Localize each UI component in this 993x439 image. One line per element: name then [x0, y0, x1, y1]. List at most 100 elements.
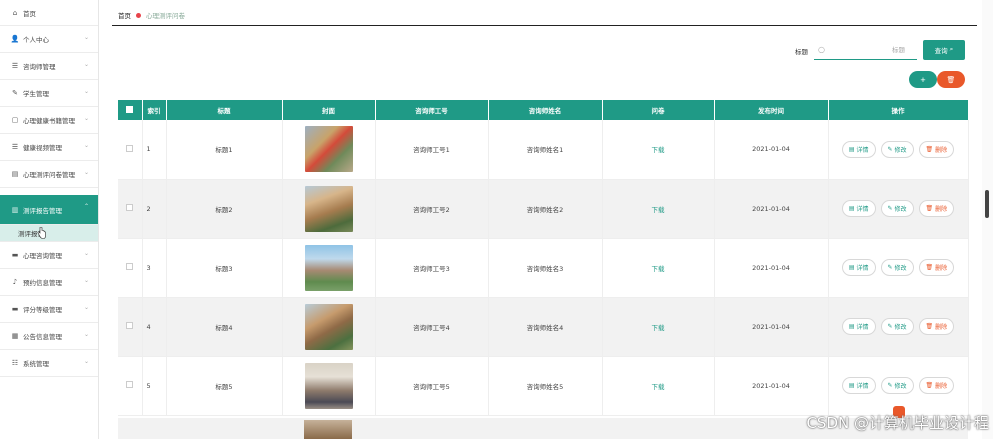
sidebar-item[interactable]: ☷ 系统管理 ⌄: [0, 350, 98, 377]
search-icon: ⌕: [949, 46, 954, 53]
edit-button[interactable]: ✎ 修改: [880, 200, 914, 217]
sidebar-item[interactable]: ☰ 咨询师管理 ⌄: [0, 53, 98, 80]
sidebar-item-label: 个人中心: [23, 36, 49, 44]
cell-file: 下载: [602, 356, 715, 416]
cell-index: 4: [142, 297, 167, 357]
add-button[interactable]: +: [909, 71, 937, 88]
select-all-checkbox[interactable]: [118, 100, 143, 120]
delete-button[interactable]: 🗑 删除: [918, 259, 955, 276]
delete-button[interactable]: 🗑 删除: [918, 318, 955, 335]
column-header: 问卷: [602, 100, 715, 120]
survey-icon: ▤: [11, 170, 19, 178]
breadcrumb-home[interactable]: 首页: [118, 10, 131, 20]
detail-button[interactable]: ▤ 详情: [841, 200, 876, 217]
delete-button[interactable]: 🗑 删除: [918, 140, 955, 158]
sidebar-item[interactable]: ▤ 心理测评问卷管理 ⌄: [0, 161, 98, 188]
sidebar-item-label: 健康视频管理: [23, 144, 62, 152]
row-checkbox[interactable]: [118, 356, 143, 416]
sidebar-item[interactable]: ✎ 学生管理 ⌄: [0, 80, 98, 107]
detail-label: 详情: [856, 146, 869, 154]
batch-delete-button[interactable]: 🗑: [937, 71, 965, 88]
edit-icon: ✎: [887, 264, 893, 271]
cell-index: 2: [142, 179, 167, 239]
column-header: 标题: [166, 100, 283, 120]
table-row: 3 标题3 咨询师工号3 咨询师姓名3 下载 2021-01-04 ▤ 详情 ✎ 修改 🗑 删除: [118, 238, 969, 298]
cell-date: 2021-01-04: [714, 297, 829, 357]
table-row: 4 标题4 咨询师工号4 咨询师姓名4 下载 2021-01-04 ▤ 详情 ✎ 修改 🗑 删除: [118, 297, 969, 357]
edit-icon: ✎: [887, 323, 893, 330]
scrollbar-track[interactable]: [982, 0, 993, 439]
search-input[interactable]: [824, 45, 905, 54]
detail-button[interactable]: ▤ 详情: [841, 318, 876, 335]
trash-icon: 🗑: [925, 205, 934, 212]
row-checkbox[interactable]: [118, 238, 143, 298]
sidebar-item-label: 系统管理: [23, 360, 49, 368]
cell-teacher-no: 咨询师工号4: [375, 297, 489, 357]
download-link[interactable]: 下载: [652, 324, 665, 332]
row-checkbox[interactable]: [118, 179, 143, 239]
download-link[interactable]: 下载: [652, 206, 665, 214]
chevron-down-icon: ⌄: [83, 34, 89, 41]
trash-icon: 🗑: [925, 145, 934, 153]
cell-teacher-name: 咨询师姓名5: [488, 356, 603, 416]
download-link[interactable]: 下载: [652, 265, 665, 273]
sidebar-item[interactable]: ▢ 心理健康书籍管理 ⌄: [0, 107, 98, 134]
sidebar-item-home[interactable]: ⌂ 首页: [0, 0, 98, 26]
cover-image: [304, 303, 353, 350]
edit-button[interactable]: ✎ 修改: [880, 318, 914, 335]
sidebar-item[interactable]: ▦ 公告信息管理 ⌄: [0, 323, 98, 350]
row-checkbox[interactable]: [118, 120, 143, 180]
download-link[interactable]: 下载: [652, 146, 665, 154]
search-button[interactable]: 查询 ⌕: [923, 40, 965, 60]
scrollbar-thumb[interactable]: [985, 190, 989, 218]
delete-label: 删除: [935, 383, 948, 390]
cell-index: 5: [142, 356, 167, 416]
edit-button[interactable]: ✎ 修改: [880, 140, 914, 158]
delete-label: 删除: [935, 146, 948, 154]
sidebar-item-label: 心理健康书籍管理: [23, 117, 75, 125]
cell-file: 下载: [602, 179, 715, 239]
edit-button[interactable]: ✎ 修改: [880, 259, 914, 276]
sidebar-item[interactable]: ♪ 预约信息管理 ⌄: [0, 269, 98, 296]
sidebar-item[interactable]: ☰ 健康视频管理 ⌄: [0, 134, 98, 161]
sidebar-subitem-report[interactable]: 测评报告: [0, 225, 98, 242]
cell-date: 2021-01-04: [714, 120, 829, 180]
detail-label: 详情: [856, 206, 869, 213]
edit-label: 修改: [894, 383, 907, 390]
trash-icon: 🗑: [946, 76, 956, 84]
cell-teacher-name: 咨询师姓名2: [488, 179, 603, 239]
cell-date: 2021-01-04: [714, 238, 829, 298]
detail-button[interactable]: ▤ 详情: [841, 140, 876, 158]
cell-teacher-name: 咨询师姓名4: [488, 297, 603, 357]
sidebar-item-report[interactable]: ▥ 测评报告管理 ⌃: [0, 195, 98, 225]
detail-button[interactable]: ▤ 详情: [841, 259, 876, 276]
download-link[interactable]: 下载: [652, 383, 665, 391]
cell-title: 标题4: [166, 297, 283, 357]
edit-button[interactable]: ✎ 修改: [880, 377, 914, 394]
list-icon: ☰: [11, 62, 19, 70]
cell-ops: ▤ 详情 ✎ 修改 🗑 删除: [828, 179, 969, 239]
cover-image: [304, 126, 353, 173]
cell-date: 2021-01-04: [714, 179, 829, 239]
delete-button[interactable]: 🗑 删除: [918, 200, 955, 217]
table-header-row: 索引 标题 封面 咨询师工号 咨询师姓名 问卷 发布时间 操作: [118, 100, 969, 120]
cell-cover: [282, 238, 376, 298]
delete-button[interactable]: 🗑 删除: [918, 377, 955, 394]
detail-button[interactable]: ▤ 详情: [841, 377, 876, 394]
chevron-down-icon: ⌄: [83, 358, 89, 365]
sidebar-item[interactable]: 👤 个人中心 ⌄: [0, 26, 98, 53]
sidebar-item-label: 评分等级管理: [23, 306, 62, 314]
row-checkbox[interactable]: [118, 297, 143, 357]
sidebar-item[interactable]: ▬ 评分等级管理 ⌄: [0, 296, 98, 323]
cover-image: [304, 185, 353, 232]
sidebar-item[interactable]: ▬ 心理咨询管理 ⌄: [0, 242, 98, 269]
data-table: 索引 标题 封面 咨询师工号 咨询师姓名 问卷 发布时间 操作 1 标题1 咨询师工…: [118, 100, 969, 416]
table-row: 2 标题2 咨询师工号2 咨询师姓名2 下载 2021-01-04 ▤ 详情 ✎ 修改 🗑 删除: [118, 179, 969, 239]
cell-cover: [282, 120, 376, 180]
chevron-down-icon: ⌄: [83, 277, 89, 284]
cell-title: 标题5: [166, 356, 283, 416]
chevron-down-icon: ⌄: [83, 115, 89, 122]
chevron-down-icon: ⌄: [83, 61, 89, 68]
detail-icon: ▤: [848, 264, 855, 271]
